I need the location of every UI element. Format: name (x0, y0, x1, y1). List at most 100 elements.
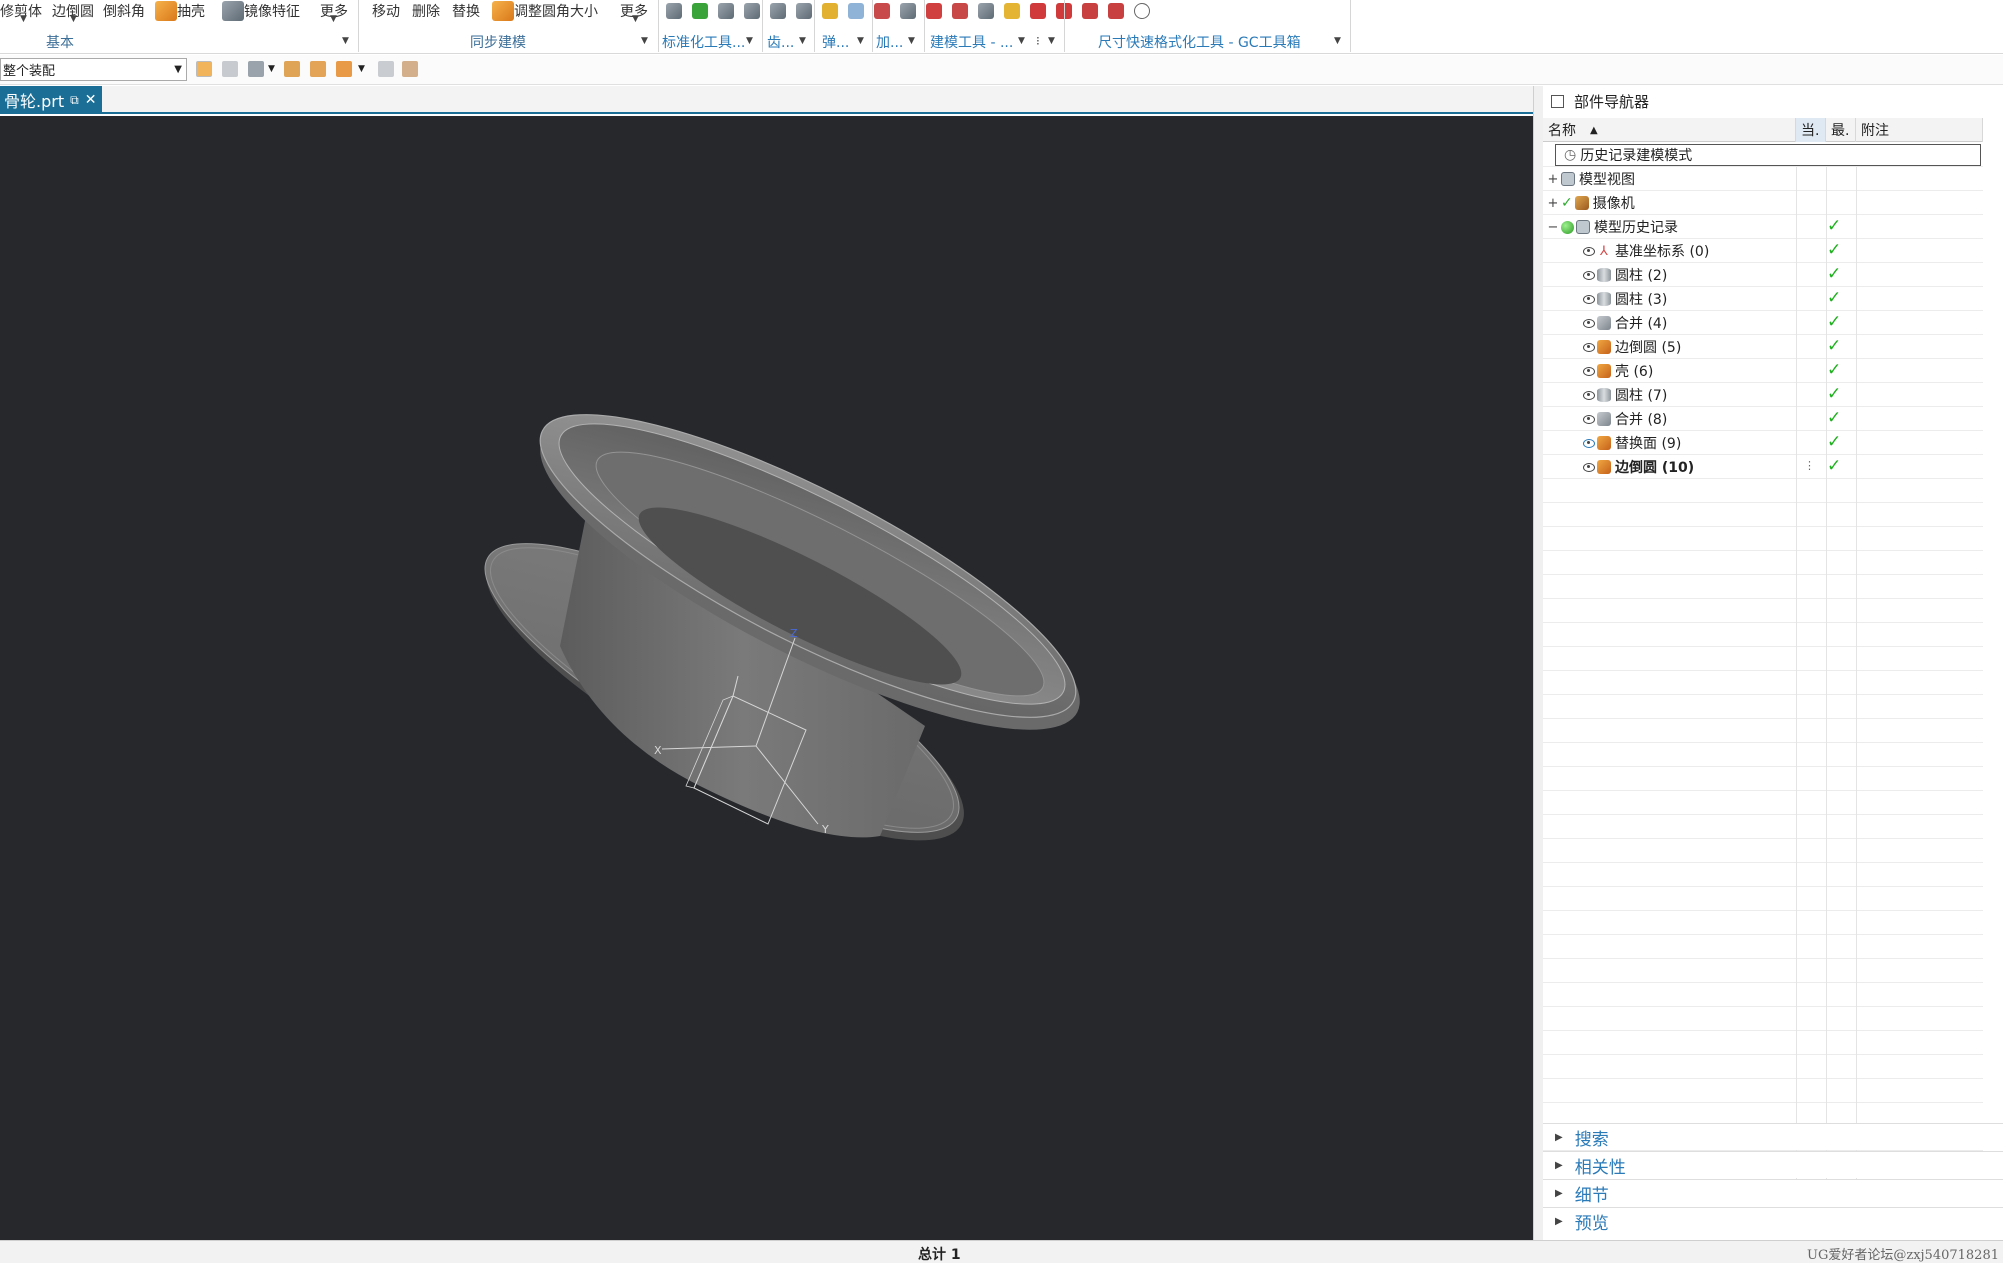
tree-row-feature[interactable]: 圆柱 (3) ✓ (1543, 287, 1983, 311)
expand-icon[interactable]: + (1547, 196, 1559, 211)
modeling-tool-icon[interactable] (978, 3, 994, 19)
chevron-down-icon[interactable]: ▼ (358, 64, 366, 80)
visibility-eye-icon[interactable] (1583, 270, 1595, 280)
tree-row-feature[interactable]: ⅄ 基准坐标系 (0) ✓ (1543, 239, 1983, 263)
tree-row-feature[interactable]: 壳 (6) ✓ (1543, 359, 1983, 383)
pin-icon[interactable]: ⧉ (70, 93, 79, 108)
tree-row-feature[interactable]: 边倒圆 (5) ✓ (1543, 335, 1983, 359)
tree-row-model-views[interactable]: + 模型视图 (1543, 167, 1983, 191)
visibility-eye-icon[interactable] (1583, 366, 1595, 376)
view-cube-icon[interactable] (378, 61, 394, 77)
navigator-checkbox[interactable] (1551, 94, 1564, 108)
assembly-filter-select[interactable]: 整个装配 ▼ (0, 58, 187, 81)
modeling-tool-icon[interactable] (900, 3, 916, 19)
visibility-eye-icon[interactable] (1583, 246, 1595, 256)
modeling-tool-icon[interactable] (926, 3, 942, 19)
gc-tool-icon[interactable] (1082, 3, 1098, 19)
group-sync-chevron-down-icon[interactable]: ▼ (641, 36, 648, 46)
mirror-feature-button[interactable]: 镜像特征 (222, 0, 300, 22)
group-gc-toolkit[interactable]: 尺寸快速格式化工具 - GC工具箱 (1098, 32, 1301, 52)
expand-triangle-icon: ▶ (1555, 1187, 1563, 1199)
column-current[interactable]: 当. (1796, 118, 1826, 142)
modeling-tool-icon[interactable] (1004, 3, 1020, 19)
chamfer-button[interactable]: 倒斜角 (103, 0, 145, 22)
document-tab[interactable]: 骨轮.prt ⧉ ✕ (0, 86, 103, 114)
chevron-down-icon[interactable]: ▼ (746, 36, 753, 46)
search-panel[interactable]: ▶ 搜索 (1543, 1123, 2003, 1150)
tree-row-feature-current[interactable]: 边倒圆 (10) ⋮ ✓ (1543, 455, 1983, 479)
select-feature-icon[interactable] (196, 61, 212, 77)
visibility-eye-icon[interactable] (1583, 414, 1595, 424)
expand-icon[interactable]: + (1547, 172, 1559, 187)
tree-row-feature[interactable]: 圆柱 (7) ✓ (1543, 383, 1983, 407)
tree-row-cameras[interactable]: + ✓ 摄像机 (1543, 191, 1983, 215)
column-latest[interactable]: 最. (1826, 118, 1856, 142)
info-eye-icon[interactable] (1583, 438, 1595, 448)
chevron-down-icon[interactable]: ▼ (70, 8, 77, 30)
dependencies-panel[interactable]: ▶ 相关性 (1543, 1151, 2003, 1178)
gear-tool-icon[interactable] (666, 3, 682, 19)
tree-row-model-history[interactable]: − 模型历史记录 ✓ (1543, 215, 1983, 239)
gc-tool-icon[interactable] (1134, 3, 1150, 19)
gc-tool-icon[interactable] (1030, 3, 1046, 19)
column-note[interactable]: 附注 (1856, 118, 1983, 142)
visibility-eye-icon[interactable] (1583, 318, 1595, 328)
chevron-down-icon[interactable]: ▼ (1018, 36, 1025, 46)
spring-tool-icon[interactable] (770, 3, 786, 19)
green-tool-icon[interactable] (692, 3, 708, 19)
column-name[interactable]: 名称 ▲ (1543, 118, 1796, 142)
spring-tool-icon[interactable] (796, 3, 812, 19)
chevron-down-icon[interactable]: ▼ (268, 64, 276, 80)
close-icon[interactable]: ✕ (85, 92, 97, 108)
gear-tool-icon[interactable] (744, 3, 760, 19)
gc-tool-icon[interactable] (1108, 3, 1124, 19)
filter-icon[interactable] (248, 61, 264, 77)
overflow-icon[interactable]: ⁝ (1036, 34, 1040, 48)
tree-row-feature[interactable]: 替换面 (9) ✓ (1543, 431, 1983, 455)
latest-check-icon: ✓ (1827, 264, 1842, 284)
shell-button[interactable]: 抽壳 (155, 0, 205, 22)
visibility-eye-icon[interactable] (1583, 462, 1595, 472)
details-panel[interactable]: ▶ 细节 (1543, 1179, 2003, 1206)
delete-face-button[interactable]: 删除 (412, 0, 440, 22)
chevron-down-icon[interactable]: ▼ (1334, 36, 1341, 46)
move-face-button[interactable]: 移动 (372, 0, 400, 22)
collapse-icon[interactable]: − (1547, 220, 1559, 235)
graphics-viewport[interactable]: Z X Y (0, 116, 1533, 1240)
visibility-eye-icon[interactable] (1583, 294, 1595, 304)
chevron-down-icon[interactable]: ▼ (632, 8, 639, 30)
chevron-down-icon[interactable]: ▼ (908, 36, 915, 46)
visibility-eye-icon[interactable] (1583, 342, 1595, 352)
chevron-down-icon[interactable]: ▼ (857, 36, 864, 46)
modeling-tool-icon[interactable] (952, 3, 968, 19)
resize-blend-button[interactable]: 调整圆角大小 (492, 0, 598, 22)
chevron-down-icon[interactable]: ▼ (799, 36, 806, 46)
snap-icon[interactable] (336, 61, 352, 77)
tree-row-feature[interactable]: 合并 (4) ✓ (1543, 311, 1983, 335)
group-basic-chevron-down-icon[interactable]: ▼ (342, 36, 349, 46)
tree-row-feature[interactable]: 圆柱 (2) ✓ (1543, 263, 1983, 287)
panel-splitter[interactable] (1533, 86, 1543, 1240)
chevron-down-icon[interactable]: ▼ (20, 8, 27, 30)
tree-row-feature[interactable]: 合并 (8) ✓ (1543, 407, 1983, 431)
group-spring[interactable]: 弹... (822, 32, 849, 52)
add-tool-icon[interactable] (848, 3, 864, 19)
replace-face-button[interactable]: 替换 (452, 0, 480, 22)
group-gear[interactable]: 齿... (767, 32, 794, 52)
snap-icon[interactable] (284, 61, 300, 77)
add-tool-icon[interactable] (874, 3, 890, 19)
expand-triangle-icon: ▶ (1555, 1159, 1563, 1171)
view-cube-icon[interactable] (402, 61, 418, 77)
gear-tool-icon[interactable] (718, 3, 734, 19)
preview-panel[interactable]: ▶ 预览 (1543, 1207, 2003, 1234)
group-standard-tools[interactable]: 标准化工具... (662, 32, 745, 52)
chevron-down-icon[interactable]: ▼ (1048, 36, 1055, 46)
group-add[interactable]: 加... (876, 32, 903, 52)
tree-row-history-mode[interactable]: ◷ 历史记录建模模式 (1543, 143, 1983, 167)
add-tool-icon[interactable] (822, 3, 838, 19)
select-component-icon[interactable] (222, 61, 238, 77)
group-modeling-tools[interactable]: 建模工具 - ... (930, 32, 1013, 52)
snap-icon[interactable] (310, 61, 326, 77)
visibility-eye-icon[interactable] (1583, 390, 1595, 400)
chevron-down-icon[interactable]: ▼ (330, 8, 337, 30)
